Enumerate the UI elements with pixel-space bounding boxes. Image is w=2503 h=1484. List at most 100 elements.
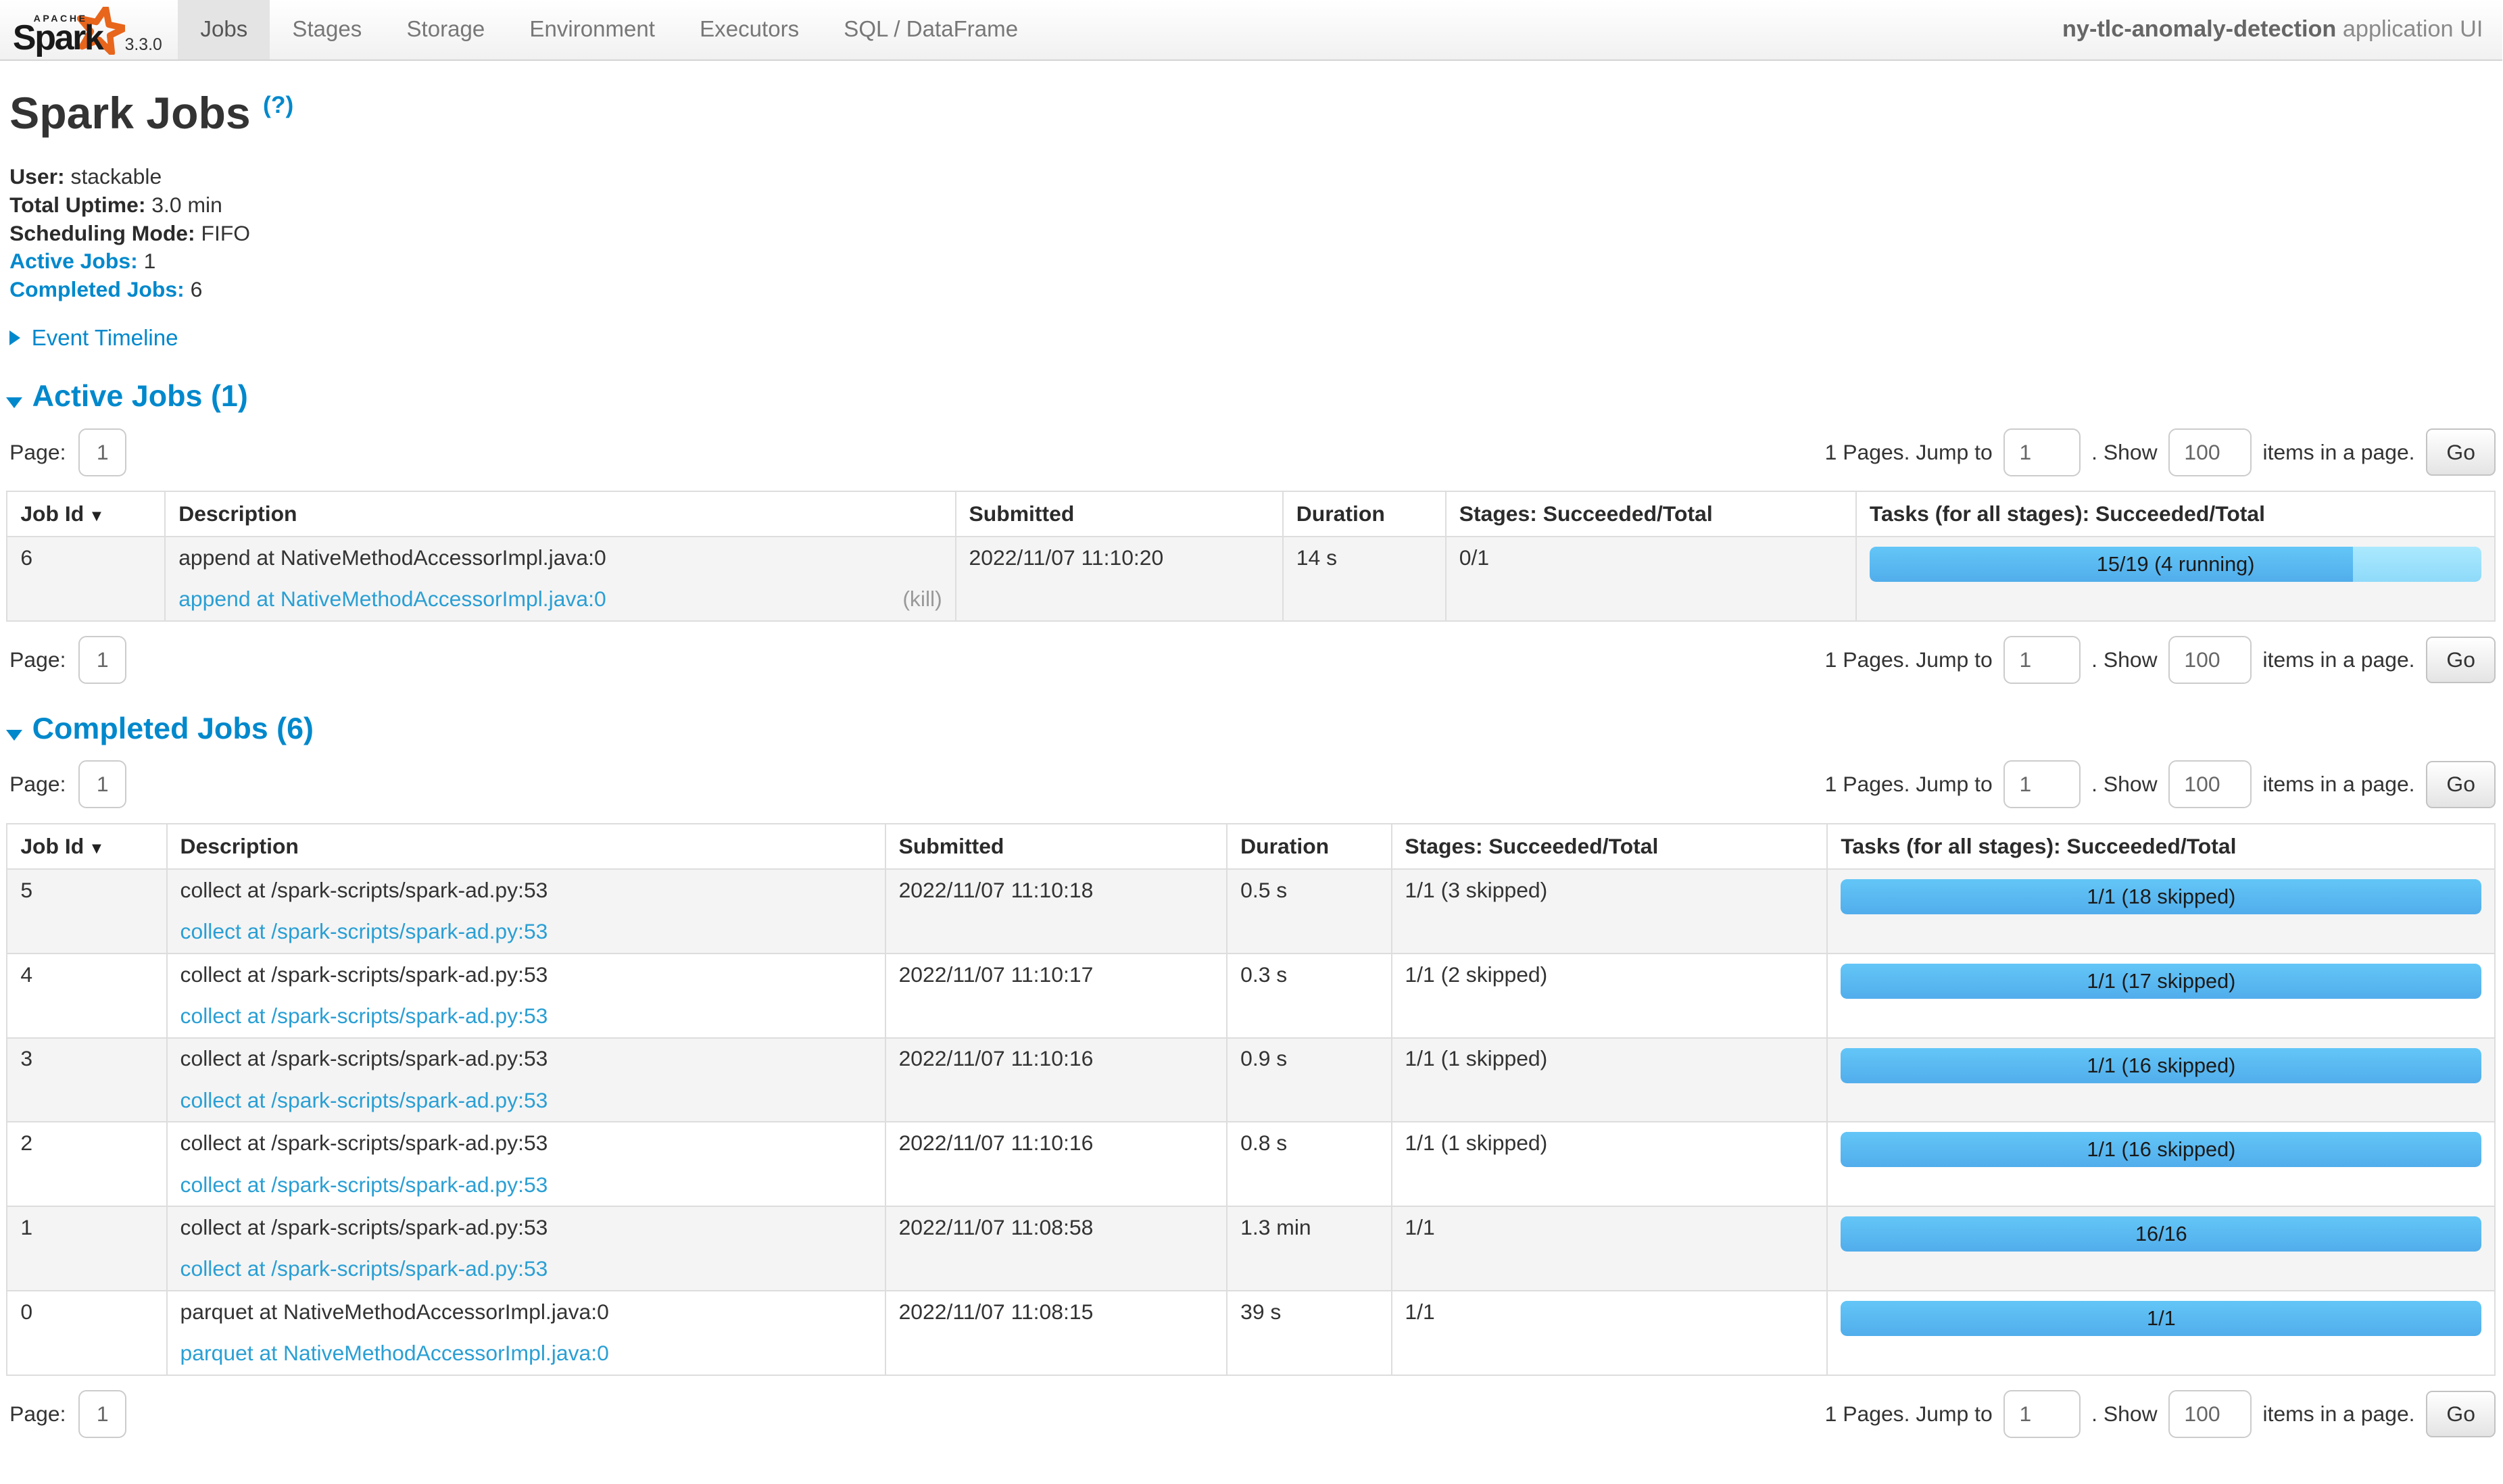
submitted-cell: 2022/11/07 11:08:58 [885, 1206, 1228, 1291]
go-button[interactable]: Go [2426, 637, 2496, 683]
summary-completed-jobs: Completed Jobs: 6 [9, 276, 2492, 304]
tasks-cell: 16/16 [1827, 1206, 2495, 1291]
spark-wordmark: Spark [13, 21, 103, 56]
tasks-cell: 15/19 (4 running) [1856, 537, 2495, 621]
main-content: Spark Jobs (?) User: stackable Total Upt… [0, 88, 2502, 1484]
job-detail-link[interactable]: collect at /spark-scripts/spark-ad.py:53 [180, 919, 548, 945]
page-title: Spark Jobs (?) [9, 88, 2492, 139]
completed-jobs-section-toggle[interactable]: Completed Jobs (6) [6, 711, 2496, 746]
help-icon[interactable]: (?) [263, 91, 293, 118]
tab-storage[interactable]: Storage [384, 0, 507, 59]
tasks-cell: 1/1 (17 skipped) [1827, 954, 2495, 1038]
jump-to-page-input[interactable] [2003, 1390, 2080, 1438]
header-job-id[interactable]: Job Id▼ [7, 824, 166, 869]
submitted-cell: 2022/11/07 11:10:16 [885, 1122, 1228, 1206]
tasks-progress-bar: 1/1 [1841, 1301, 2481, 1336]
job-id-cell: 1 [7, 1206, 166, 1291]
submitted-cell: 2022/11/07 11:10:20 [956, 537, 1283, 621]
job-detail-link[interactable]: parquet at NativeMethodAccessorImpl.java… [180, 1341, 609, 1366]
header-description[interactable]: Description [165, 491, 955, 537]
stages-cell: 1/1 (1 skipped) [1392, 1122, 1828, 1206]
header-duration[interactable]: Duration [1227, 824, 1391, 869]
collapse-arrow-icon [6, 730, 22, 741]
tab-executors[interactable]: Executors [677, 0, 821, 59]
show-text: . Show [2091, 440, 2157, 465]
job-id-cell: 0 [7, 1291, 166, 1375]
tasks-progress-bar: 1/1 (16 skipped) [1841, 1132, 2481, 1167]
application-title: ny-tlc-anomaly-detection application UI [2062, 0, 2502, 59]
summary-uptime: Total Uptime: 3.0 min [9, 191, 2492, 220]
page-number-input[interactable] [78, 636, 126, 684]
header-duration[interactable]: Duration [1283, 491, 1446, 537]
table-row: 1 collect at /spark-scripts/spark-ad.py:… [7, 1206, 2495, 1291]
jump-to-page-input[interactable] [2003, 760, 2080, 808]
spark-logo[interactable]: APACHE Spark 3.3.0 [0, 0, 178, 59]
header-job-id[interactable]: Job Id▼ [7, 491, 165, 537]
tasks-cell: 1/1 [1827, 1291, 2495, 1375]
tab-stages[interactable]: Stages [270, 0, 384, 59]
table-row: 4 collect at /spark-scripts/spark-ad.py:… [7, 954, 2495, 1038]
active-jobs-table: Job Id▼ Description Submitted Duration S… [6, 491, 2496, 622]
kill-job-link[interactable]: (kill) [902, 587, 942, 612]
items-per-page-input[interactable] [2168, 1390, 2252, 1438]
tasks-progress-bar: 16/16 [1841, 1216, 2481, 1252]
completed-jobs-link[interactable]: Completed Jobs: [9, 277, 185, 301]
tasks-progress-bar: 15/19 (4 running) [1870, 547, 2482, 582]
active-jobs-link[interactable]: Active Jobs: [9, 249, 138, 273]
job-detail-link[interactable]: collect at /spark-scripts/spark-ad.py:53 [180, 1004, 548, 1029]
tab-jobs[interactable]: Jobs [178, 0, 270, 59]
job-detail-link[interactable]: append at NativeMethodAccessorImpl.java:… [178, 587, 606, 612]
spark-version: 3.3.0 [125, 36, 162, 56]
duration-cell: 0.9 s [1227, 1038, 1391, 1122]
submitted-cell: 2022/11/07 11:10:17 [885, 954, 1228, 1038]
summary-active-jobs: Active Jobs: 1 [9, 247, 2492, 276]
description-cell: parquet at NativeMethodAccessorImpl.java… [167, 1291, 885, 1375]
page-number-input[interactable] [78, 1390, 126, 1438]
header-submitted[interactable]: Submitted [956, 491, 1283, 537]
go-button[interactable]: Go [2426, 1391, 2496, 1437]
active-jobs-section-toggle[interactable]: Active Jobs (1) [6, 378, 2496, 414]
tab-sql-dataframe[interactable]: SQL / DataFrame [821, 0, 1040, 59]
job-detail-link[interactable]: collect at /spark-scripts/spark-ad.py:53 [180, 1256, 548, 1282]
tasks-cell: 1/1 (16 skipped) [1827, 1122, 2495, 1206]
jump-to-page-input[interactable] [2003, 636, 2080, 684]
table-header-row: Job Id▼ Description Submitted Duration S… [7, 824, 2495, 869]
items-per-page-input[interactable] [2168, 428, 2252, 476]
tasks-progress-bar: 1/1 (17 skipped) [1841, 964, 2481, 999]
job-detail-link[interactable]: collect at /spark-scripts/spark-ad.py:53 [180, 1088, 548, 1114]
header-tasks[interactable]: Tasks (for all stages): Succeeded/Total [1856, 491, 2495, 537]
page-number-input[interactable] [78, 428, 126, 476]
tab-environment[interactable]: Environment [507, 0, 677, 59]
go-button[interactable]: Go [2426, 761, 2496, 808]
table-row: 0 parquet at NativeMethodAccessorImpl.ja… [7, 1291, 2495, 1375]
duration-cell: 0.3 s [1227, 954, 1391, 1038]
sort-desc-icon: ▼ [89, 840, 104, 858]
header-tasks[interactable]: Tasks (for all stages): Succeeded/Total [1827, 824, 2495, 869]
stages-cell: 1/1 (2 skipped) [1392, 954, 1828, 1038]
header-description[interactable]: Description [167, 824, 885, 869]
description-cell: collect at /spark-scripts/spark-ad.py:53… [167, 1206, 885, 1291]
top-navbar: APACHE Spark 3.3.0 Jobs Stages Storage E… [0, 0, 2502, 61]
nav-tabs: Jobs Stages Storage Environment Executor… [178, 0, 1040, 59]
page-label: Page: [9, 440, 66, 465]
items-per-page-input[interactable] [2168, 760, 2252, 808]
go-button[interactable]: Go [2426, 428, 2496, 475]
event-timeline-toggle[interactable]: Event Timeline [9, 326, 2492, 351]
stages-cell: 1/1 [1392, 1291, 1828, 1375]
duration-cell: 14 s [1283, 537, 1446, 621]
job-detail-link[interactable]: collect at /spark-scripts/spark-ad.py:53 [180, 1172, 548, 1198]
table-row: 2 collect at /spark-scripts/spark-ad.py:… [7, 1122, 2495, 1206]
description-cell: collect at /spark-scripts/spark-ad.py:53… [167, 1122, 885, 1206]
header-stages[interactable]: Stages: Succeeded/Total [1446, 491, 1856, 537]
pagination-bar: Page: 1 Pages. Jump to . Show items in a… [6, 636, 2496, 684]
duration-cell: 39 s [1227, 1291, 1391, 1375]
tasks-progress-bar: 1/1 (18 skipped) [1841, 879, 2481, 914]
items-per-page-input[interactable] [2168, 636, 2252, 684]
page-number-input[interactable] [78, 760, 126, 808]
submitted-cell: 2022/11/07 11:10:16 [885, 1038, 1228, 1122]
job-id-cell: 3 [7, 1038, 166, 1122]
header-submitted[interactable]: Submitted [885, 824, 1228, 869]
jump-to-page-input[interactable] [2003, 428, 2080, 476]
stages-cell: 1/1 (3 skipped) [1392, 869, 1828, 954]
header-stages[interactable]: Stages: Succeeded/Total [1392, 824, 1828, 869]
